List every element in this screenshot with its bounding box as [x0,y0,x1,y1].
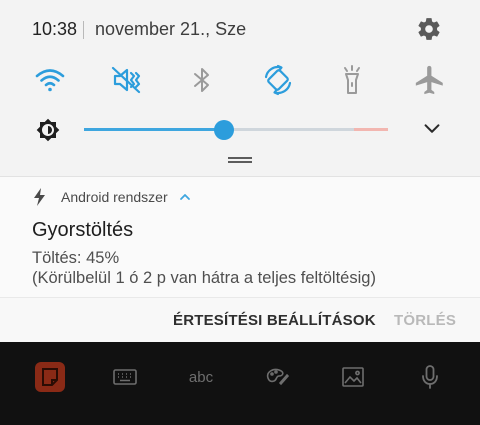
sticker-icon [42,368,58,386]
chevron-up-icon[interactable] [178,190,192,204]
clock: 10:38 [32,19,78,39]
notification-app-name: Android rendszer [61,189,168,205]
airplane-toggle[interactable] [410,58,450,102]
airplane-mode-icon [415,65,443,95]
chevron-down-icon[interactable] [421,118,443,140]
keyboard-toolbar: abc [0,342,480,425]
handwriting-abc-icon: abc [188,368,214,386]
flashlight-toggle[interactable] [332,58,372,102]
notification-header: Android rendszer [32,187,192,207]
gear-icon[interactable] [416,16,442,42]
drag-handle[interactable] [228,157,252,163]
wifi-icon [35,69,65,92]
microphone-icon [422,365,438,389]
bluetooth-toggle[interactable] [182,58,222,102]
quick-toggles [0,58,480,104]
slider-thumb[interactable] [214,120,234,140]
theme-button[interactable] [262,362,292,392]
slider-high-range [354,128,388,131]
auto-rotate-toggle[interactable] [258,58,298,102]
image-button[interactable] [338,362,368,392]
notification-settings-button[interactable]: ÉRTESÍTÉSI BEÁLLÍTÁSOK [173,312,376,329]
brightness-slider[interactable] [84,119,388,141]
bluetooth-icon [194,68,209,92]
clear-button[interactable]: TÖRLÉS [394,312,456,329]
sticker-button[interactable] [35,362,65,392]
sound-mute-icon [111,66,141,94]
image-icon [342,367,364,387]
sound-toggle[interactable] [106,58,146,102]
date-label: november 21., Sze [95,19,247,39]
flashlight-icon [344,65,360,94]
quick-panel: 10:38 november 21., Sze [0,0,480,176]
charge-time-remaining: (Körülbelül 1 ó 2 p van hátra a teljes f… [32,269,376,287]
status-row: 10:38 november 21., Sze [0,0,480,58]
voice-input-button[interactable] [415,362,445,392]
handwriting-button[interactable]: abc [186,362,216,392]
brightness-icon [36,118,60,142]
wifi-toggle[interactable] [30,58,70,102]
notification-title: Gyorstöltés [32,219,134,241]
palette-icon [266,368,290,386]
charge-status: Töltés: 45% [32,249,120,267]
keyboard-icon [113,369,137,385]
slider-fill [84,128,224,131]
lightning-bolt-icon [34,188,45,206]
keyboard-button[interactable] [110,362,140,392]
notification-card[interactable]: Android rendszer Gyorstöltés Töltés: 45%… [0,176,480,343]
auto-rotate-icon [264,64,292,96]
notification-actions: ÉRTESÍTÉSI BEÁLLÍTÁSOK TÖRLÉS [0,297,480,343]
brightness-row [0,108,480,150]
divider [83,21,84,39]
